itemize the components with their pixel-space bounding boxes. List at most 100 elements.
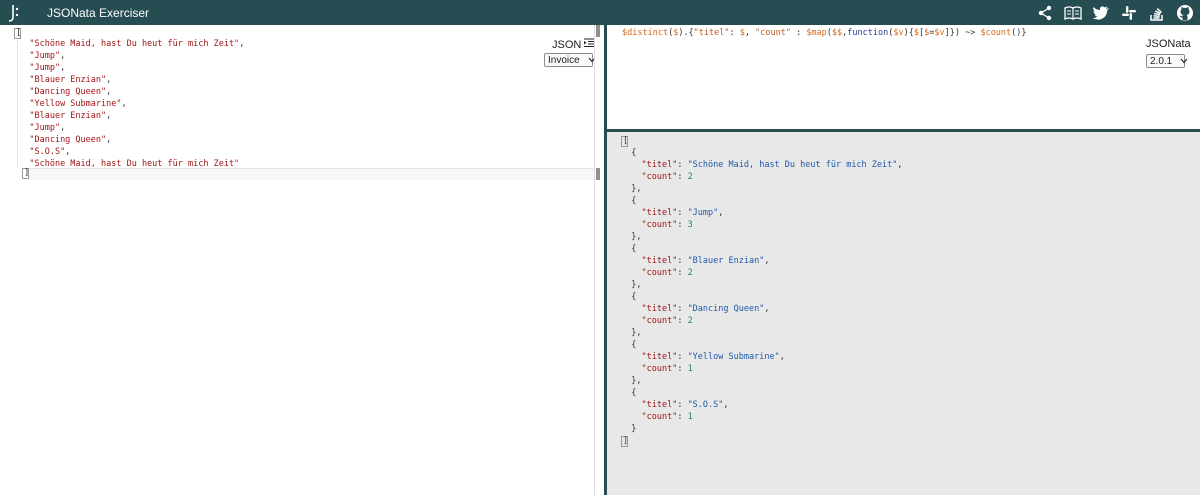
result-line: "titel": "Schöne Maid, hast Du heut für … xyxy=(641,160,903,170)
expression-token: $$ xyxy=(831,28,843,38)
expression-token: $v xyxy=(934,28,945,38)
expression-token: $v xyxy=(893,28,904,38)
version-select-value: 2.0.1 xyxy=(1150,55,1173,67)
expression-token: , xyxy=(744,28,756,38)
result-value-count: 2 xyxy=(687,172,693,182)
expression-token: ]}) ~> xyxy=(944,28,981,38)
result-key-count: "count" xyxy=(641,172,678,182)
input-string: "Jump" xyxy=(29,63,61,73)
share-icon[interactable] xyxy=(1035,3,1054,22)
result-line: "count": 2 xyxy=(641,172,693,182)
result-line: { xyxy=(621,340,637,350)
input-string: "Jump" xyxy=(29,123,61,133)
app-header: JSONata Exerciser xyxy=(0,0,1200,25)
input-string: "Blauer Enzian" xyxy=(29,75,107,85)
book-icon[interactable] xyxy=(1063,3,1082,22)
result-key-titel: "titel" xyxy=(641,160,678,170)
input-scrollbar-thumb-top[interactable] xyxy=(596,25,600,37)
active-line-highlight xyxy=(29,168,594,180)
result-line: { xyxy=(621,292,637,302)
result-key-count: "count" xyxy=(641,364,678,374)
input-line: "Yellow Submarine", xyxy=(29,99,127,109)
format-icon[interactable] xyxy=(584,38,595,51)
stack-overflow-icon[interactable] xyxy=(1147,3,1166,22)
result-line: }, xyxy=(621,280,642,290)
input-code-lines[interactable]: "Schöne Maid, hast Du heut für mich Zeit… xyxy=(14,38,592,170)
version-select[interactable]: 2.0.1 xyxy=(1146,54,1188,68)
result-value-titel: "Blauer Enzian" xyxy=(687,256,765,266)
expression-token: $map xyxy=(806,28,827,38)
result-line: }, xyxy=(621,184,642,194)
result-line: }, xyxy=(621,232,642,242)
result-line: ] xyxy=(621,435,903,447)
engine-label: JSONata xyxy=(1146,38,1191,50)
result-line: { xyxy=(621,244,637,254)
result-value-count: 2 xyxy=(687,316,693,326)
github-icon[interactable] xyxy=(1175,3,1194,22)
json-format-label[interactable]: JSON xyxy=(552,38,595,51)
input-scrollbar-track[interactable] xyxy=(594,25,604,495)
expression-token: "count" xyxy=(755,28,791,38)
input-line: "Jump", xyxy=(29,51,66,61)
result-key-titel: "titel" xyxy=(641,352,678,362)
input-scrollbar-thumb-bottom[interactable] xyxy=(596,168,600,180)
result-value-titel: "S.O.S" xyxy=(687,400,724,410)
result-value-count: 1 xyxy=(687,364,693,374)
result-line: { xyxy=(621,148,637,158)
input-string: "Blauer Enzian" xyxy=(29,111,107,121)
result-line: { xyxy=(621,388,637,398)
jsonata-logo xyxy=(5,2,23,24)
expression-token: ()} xyxy=(1011,28,1027,38)
result-key-titel: "titel" xyxy=(641,400,678,410)
input-close-bracket: ] xyxy=(22,168,30,179)
input-line: "Blauer Enzian", xyxy=(29,75,112,85)
result-line: "count": 1 xyxy=(641,412,693,422)
input-json-editor[interactable]: [ "Schöne Maid, hast Du heut für mich Ze… xyxy=(0,25,600,495)
result-line: "count": 3 xyxy=(641,220,693,230)
header-icon-bar xyxy=(1035,3,1194,22)
result-key-titel: "titel" xyxy=(641,256,678,266)
input-line: "Jump", xyxy=(29,63,66,73)
result-line: "titel": "Jump", xyxy=(641,208,724,218)
result-close-bracket: ] xyxy=(621,436,629,447)
result-code: [ { "titel": "Schöne Maid, hast Du heut … xyxy=(621,135,903,447)
input-line: "Dancing Queen", xyxy=(29,135,112,145)
result-line: "titel": "Blauer Enzian", xyxy=(641,256,770,266)
result-line: "count": 2 xyxy=(641,316,693,326)
result-value-count: 2 xyxy=(687,268,693,278)
slack-icon[interactable] xyxy=(1119,3,1138,22)
expression-code[interactable]: $distinct($).{"titel": $, "count" : $map… xyxy=(622,27,1027,39)
sample-select-value: Invoice xyxy=(548,54,580,66)
expression-token: $count xyxy=(980,28,1012,38)
input-line: "S.O.S", xyxy=(29,147,71,157)
result-line: "titel": "Yellow Submarine", xyxy=(641,352,785,362)
result-line: }, xyxy=(621,376,642,386)
expression-token: function xyxy=(847,28,889,38)
expression-token: ).{ xyxy=(678,28,694,38)
result-line: "titel": "S.O.S", xyxy=(641,400,729,410)
result-line: } xyxy=(621,424,637,434)
input-string: "S.O.S" xyxy=(29,147,66,157)
result-value-count: 3 xyxy=(687,220,693,230)
expression-token: $distinct xyxy=(622,28,669,38)
input-string: "Dancing Queen" xyxy=(29,135,107,145)
sample-select[interactable]: Invoice xyxy=(544,53,596,67)
expression-editor[interactable]: $distinct($).{"titel": $, "count" : $map… xyxy=(607,25,1200,129)
expression-token: ){ xyxy=(903,28,914,38)
expression-token: : xyxy=(790,28,807,38)
twitter-icon[interactable] xyxy=(1091,3,1110,22)
result-line: "titel": "Dancing Queen", xyxy=(641,304,770,314)
input-line: "Schöne Maid, hast Du heut für mich Zeit… xyxy=(29,39,245,49)
result-value-titel: "Schöne Maid, hast Du heut für mich Zeit… xyxy=(687,160,898,170)
result-key-count: "count" xyxy=(641,412,678,422)
result-line: "count": 1 xyxy=(641,364,693,374)
json-label-text: JSON xyxy=(552,38,582,51)
input-string: "Dancing Queen" xyxy=(29,87,107,97)
result-key-titel: "titel" xyxy=(641,208,678,218)
result-value-titel: "Yellow Submarine" xyxy=(687,352,780,362)
result-line: "count": 2 xyxy=(641,268,693,278)
result-key-count: "count" xyxy=(641,316,678,326)
result-line: [ xyxy=(621,135,903,147)
result-open-bracket: [ xyxy=(621,136,629,147)
input-line: "Blauer Enzian", xyxy=(29,111,112,121)
